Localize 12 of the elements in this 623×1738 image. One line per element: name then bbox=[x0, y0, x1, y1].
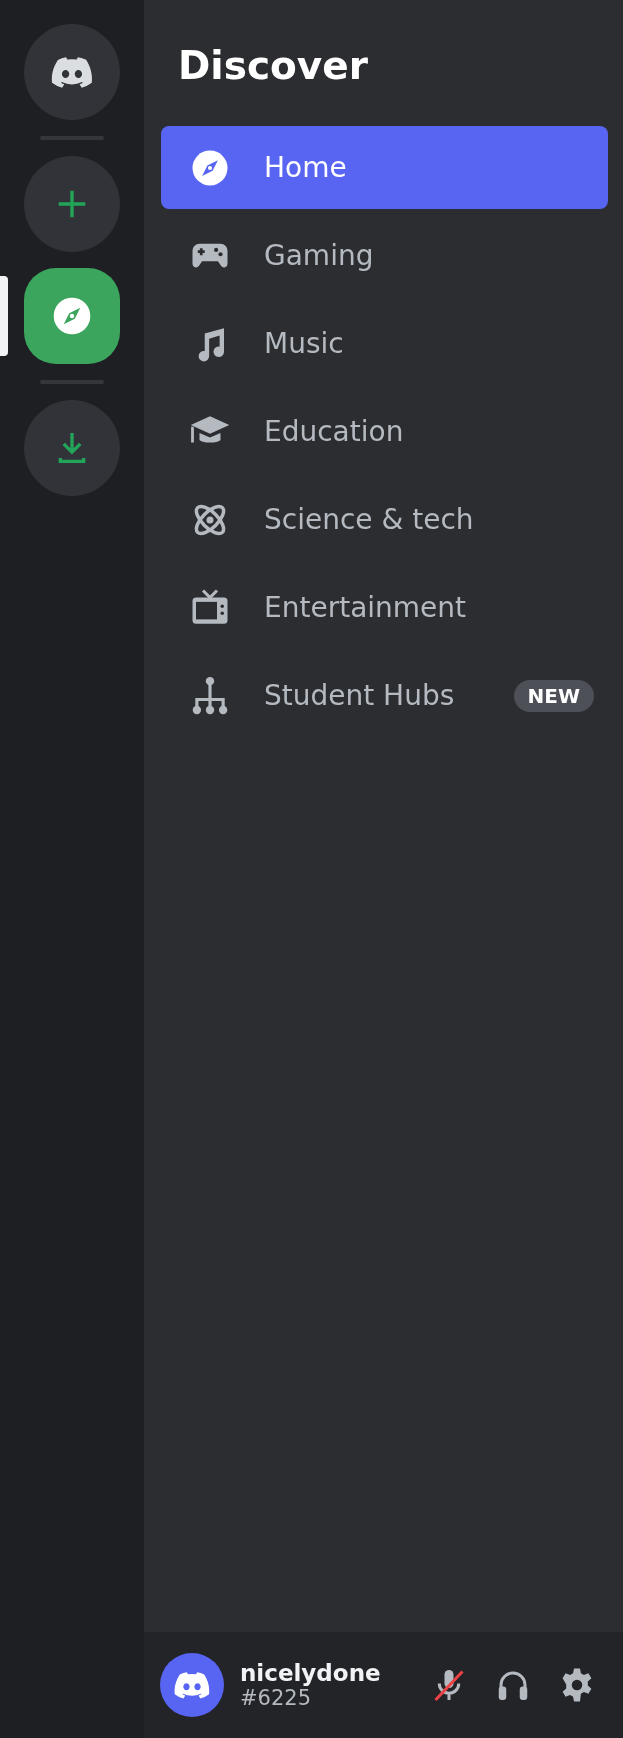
sidebar-title: Discover bbox=[178, 42, 369, 90]
username: nicelydone bbox=[240, 1660, 382, 1686]
category-item[interactable]: Student Hubs NEW bbox=[161, 654, 608, 737]
category-item[interactable]: Science & tech bbox=[161, 478, 608, 561]
category-item[interactable]: Entertainment bbox=[161, 566, 608, 649]
category-item[interactable]: Education bbox=[161, 390, 608, 473]
new-badge: NEW bbox=[513, 679, 594, 712]
explore-button[interactable] bbox=[24, 268, 120, 364]
category-item[interactable]: Gaming bbox=[161, 214, 608, 297]
category-item[interactable]: Music bbox=[161, 302, 608, 385]
category-item[interactable]: Home bbox=[161, 126, 608, 209]
user-tag: #6225 bbox=[240, 1686, 413, 1710]
